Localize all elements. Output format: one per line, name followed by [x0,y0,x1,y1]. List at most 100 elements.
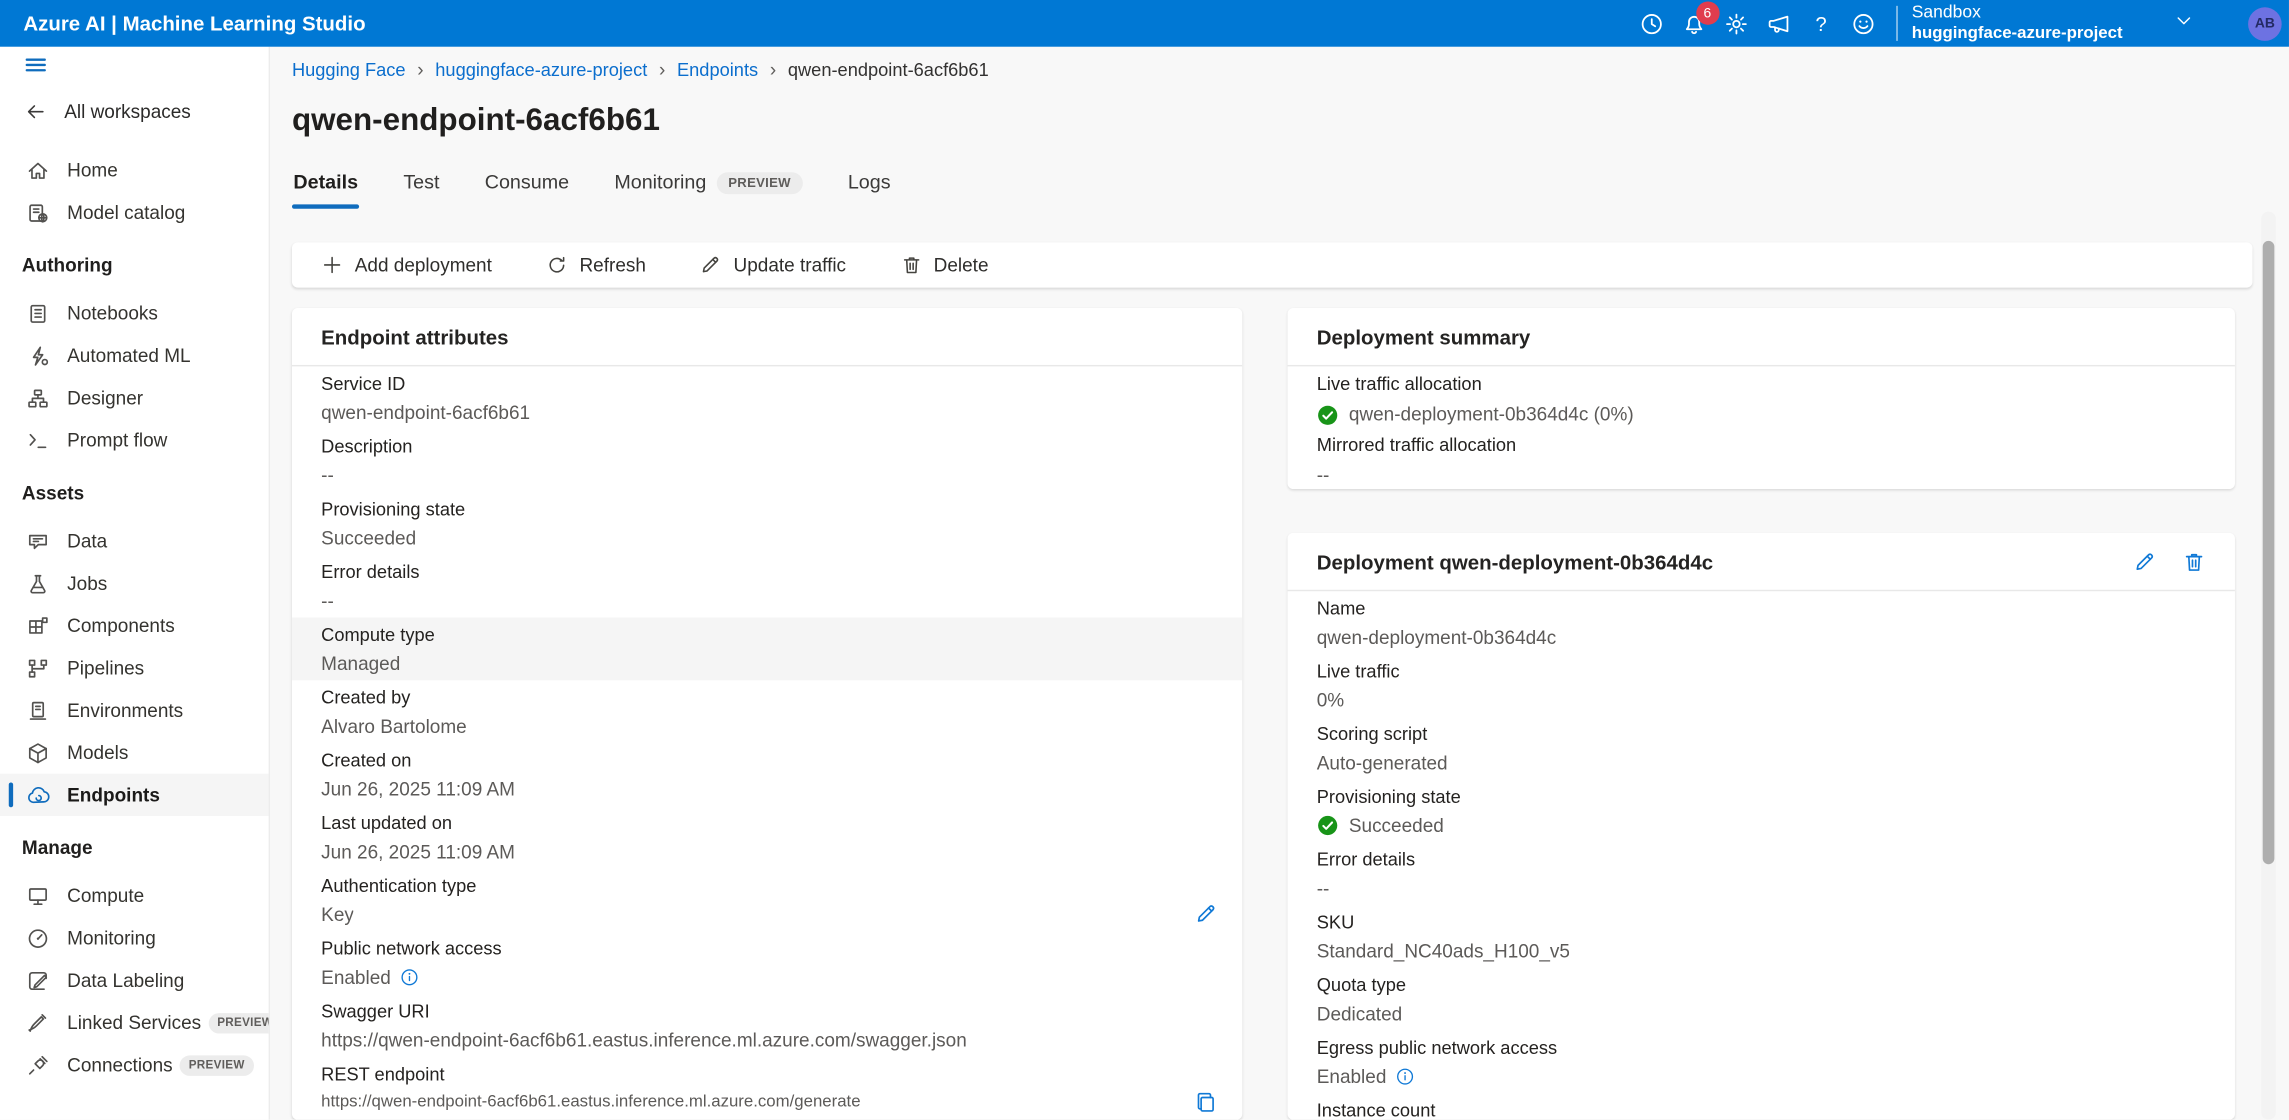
question-icon: ? [1808,11,1833,36]
field-label: Public network access [321,936,1213,959]
sidebar-item-label: Home [67,159,118,181]
endpoints-icon [26,783,49,806]
tab-label: Test [403,169,439,195]
refresh-button[interactable]: Refresh [546,254,646,276]
notifications-button[interactable]: 6 [1672,0,1714,47]
live-traffic-allocation-value: qwen-deployment-0b364d4c (0%) [1349,401,1634,427]
sidebar-item-label: Pipelines [67,657,144,679]
delete-button[interactable]: Delete [900,254,988,276]
delete-deployment-icon[interactable] [2182,550,2205,573]
history-button[interactable] [1630,0,1672,47]
detail-row-error-details: Error details -- [292,555,1242,618]
sidebar-item-label: Monitoring [67,927,156,949]
field-label: Egress public network access [1317,1036,2206,1059]
sidebar-item-home[interactable]: Home [0,149,269,191]
hamburger-icon [23,53,48,85]
scrollbar-thumb[interactable] [2263,241,2275,864]
sidebar-item-components[interactable]: Components [0,604,269,646]
sidebar-item-label: Designer [67,387,143,409]
sidebar-item-connections[interactable]: Connections PREVIEW [0,1044,269,1086]
field-value: Succeeded [321,525,416,550]
field-value: Auto-generated [1317,750,1448,775]
field-label: Live traffic [1317,659,2206,682]
workspace-switcher[interactable]: Sandbox huggingface-azure-project [1912,3,2123,43]
help-button[interactable]: ? [1799,0,1841,47]
topbar-actions: 6 ? Sandbox huggingface-azure-project AB [1630,0,2289,47]
info-icon[interactable] [400,967,419,986]
detail-row-public-network-access: Public network access Enabled [292,931,1242,994]
sidebar-item-data[interactable]: Data [0,520,269,562]
field-value: https://qwen-endpoint-6acf6b61.eastus.in… [321,1090,860,1115]
sidebar-item-prompt-flow[interactable]: Prompt flow [0,419,269,461]
all-workspaces-link[interactable]: All workspaces [0,91,269,132]
sidebar-item-pipelines[interactable]: Pipelines [0,647,269,689]
megaphone-icon [1766,11,1791,36]
breadcrumb-link[interactable]: Hugging Face [292,59,406,79]
workspace-chevron-button[interactable] [2166,9,2201,37]
breadcrumb-link[interactable]: Endpoints [677,59,758,79]
detail-row-provisioning-state: Provisioning state Succeeded [292,492,1242,555]
sidebar-item-models[interactable]: Models [0,731,269,773]
sidebar-item-automated-ml[interactable]: Automated ML [0,334,269,376]
avatar[interactable]: AB [2248,7,2282,41]
sidebar-item-endpoints[interactable]: Endpoints [0,774,269,816]
data-icon [26,529,49,552]
sidebar-item-label: Data [67,530,107,552]
field-value: Enabled [321,964,391,989]
sidebar-item-designer[interactable]: Designer [0,377,269,419]
menu-toggle-button[interactable] [0,47,269,91]
tab-consume[interactable]: Consume [483,162,570,209]
sidebar-item-jobs[interactable]: Jobs [0,562,269,604]
gear-icon [1723,11,1748,36]
sidebar-item-assets: Assets [0,470,269,514]
app-window: Azure AI | Machine Learning Studio 6 ? S… [0,0,2289,1120]
sidebar-item-monitoring[interactable]: Monitoring [0,917,269,959]
copy-icon[interactable] [1194,1090,1217,1113]
tab-label: Consume [485,169,569,195]
detail-row-instance-count: Instance count 1 [1288,1093,2235,1119]
tab-test[interactable]: Test [402,162,441,209]
detail-row-compute-type: Compute type Managed [292,617,1242,680]
detail-row-authentication-type: Authentication type Key [292,869,1242,932]
sidebar-item-label: Notebooks [67,302,158,324]
tab-logs[interactable]: Logs [846,162,892,209]
cards-area: Endpoint attributes Service ID qwen-endp… [292,308,2289,1120]
breadcrumb-item-qwen-endpoint-6acf6b61: qwen-endpoint-6acf6b61 [788,59,989,79]
breadcrumb-link[interactable]: huggingface-azure-project [435,59,647,79]
edit-icon[interactable] [1194,902,1217,925]
tab-monitoring[interactable]: Monitoring PREVIEW [613,162,804,209]
breadcrumb-item-hugging-face: Hugging Face › [292,58,435,80]
card-header: Deployment qwen-deployment-0b364d4c [1288,533,2235,591]
sidebar-item-environments[interactable]: Environments [0,689,269,731]
sidebar-item-linked-services[interactable]: Linked Services PREVIEW [0,1001,269,1043]
field-label: Created on [321,748,1213,771]
feedback-button[interactable] [1842,0,1884,47]
sidebar-item-model-catalog[interactable]: Model catalog [0,191,269,233]
breadcrumb-link[interactable]: qwen-endpoint-6acf6b61 [788,59,989,79]
detail-row-service-id: Service ID qwen-endpoint-6acf6b61 [292,366,1242,429]
field-value: qwen-endpoint-6acf6b61 [321,399,530,424]
settings-button[interactable] [1715,0,1757,47]
components-icon [26,614,49,637]
detail-row-quota-type: Quota type Dedicated [1288,968,2235,1031]
edit-deployment-icon[interactable] [2133,550,2156,573]
sidebar-item-notebooks[interactable]: Notebooks [0,292,269,334]
sidebar-item-compute[interactable]: Compute [0,874,269,916]
sidebar-item-data-labeling[interactable]: Data Labeling [0,959,269,1001]
info-icon[interactable] [1395,1066,1414,1085]
sidebar-section-header: Authoring [22,253,113,275]
automated-ml-icon [26,344,49,367]
card-title: Endpoint attributes [321,323,508,352]
update-traffic-button[interactable]: Update traffic [700,254,846,276]
add-deployment-button[interactable]: Add deployment [321,254,492,276]
mirrored-traffic-allocation-value: -- [1317,463,1330,489]
tab-details[interactable]: Details [292,162,360,209]
sidebar-item-manage: Manage [0,825,269,869]
data-labeling-icon [26,969,49,992]
detail-row-egress-public-network-access: Egress public network access Enabled [1288,1031,2235,1094]
success-check-icon [1317,814,1339,836]
models-icon [26,741,49,764]
announcements-button[interactable] [1757,0,1799,47]
field-value: Standard_NC40ads_H100_v5 [1317,938,1570,963]
smiley-icon [1850,11,1875,36]
